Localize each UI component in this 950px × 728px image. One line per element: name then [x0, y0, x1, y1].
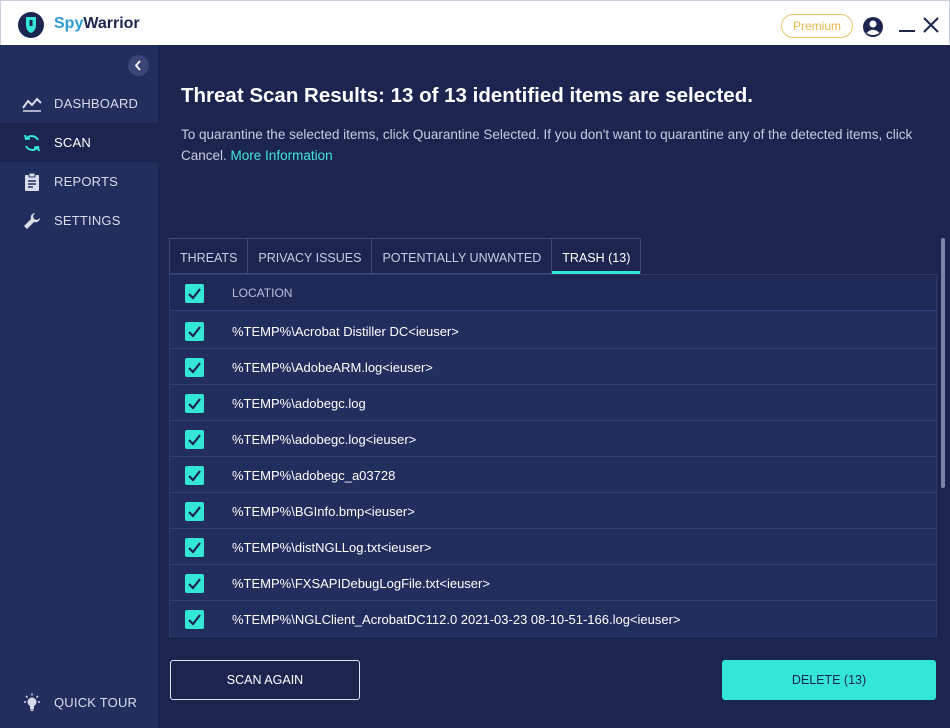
checkmark-icon [188, 326, 201, 338]
delete-button[interactable]: DELETE (13) [722, 660, 936, 700]
row-checkbox[interactable] [185, 430, 204, 449]
table-row[interactable]: %TEMP%\adobegc_a03728 [170, 457, 936, 493]
location-cell: %TEMP%\adobegc.log [232, 396, 366, 411]
premium-button[interactable]: Premium [781, 14, 853, 38]
row-checkbox[interactable] [185, 610, 204, 629]
chevron-left-icon [134, 60, 141, 71]
row-checkbox[interactable] [185, 322, 204, 341]
table-row[interactable]: %TEMP%\Acrobat Distiller DC<ieuser> [170, 313, 936, 349]
checkmark-icon [188, 288, 201, 300]
lightbulb-icon [22, 693, 42, 713]
location-cell: %TEMP%\BGInfo.bmp<ieuser> [232, 504, 415, 519]
close-icon[interactable] [922, 16, 940, 34]
checkmark-icon [188, 578, 201, 590]
page-description: To quarantine the selected items, click … [181, 124, 936, 166]
sidebar-item-settings[interactable]: SETTINGS [0, 201, 158, 240]
refresh-icon [22, 133, 42, 153]
location-cell: %TEMP%\AdobeARM.log<ieuser> [232, 360, 433, 375]
sidebar-item-label: QUICK TOUR [54, 695, 138, 710]
sidebar-item-scan[interactable]: SCAN [0, 123, 158, 162]
table-row[interactable]: %TEMP%\FXSAPIDebugLogFile.txt<ieuser> [170, 565, 936, 601]
table-row[interactable]: %TEMP%\adobegc.log<ieuser> [170, 421, 936, 457]
row-checkbox[interactable] [185, 538, 204, 557]
row-checkbox[interactable] [185, 502, 204, 521]
location-cell: %TEMP%\distNGLLog.txt<ieuser> [232, 540, 432, 555]
sidebar-item-label: REPORTS [54, 174, 119, 189]
checkmark-icon [188, 434, 201, 446]
checkmark-icon [188, 470, 201, 482]
location-cell: %TEMP%\Acrobat Distiller DC<ieuser> [232, 324, 459, 339]
sidebar: DASHBOARD SCAN REPORTS SETTINGS QUICK TO… [0, 45, 158, 728]
select-all-checkbox[interactable] [185, 284, 204, 303]
table-row[interactable]: %TEMP%\BGInfo.bmp<ieuser> [170, 493, 936, 529]
vertical-scrollbar[interactable] [941, 238, 945, 488]
clipboard-icon [22, 172, 42, 192]
app-name-warrior: Warrior [83, 15, 140, 32]
title-bar: SpyWarrior Premium [0, 0, 950, 45]
sidebar-item-label: SETTINGS [54, 213, 121, 228]
results-table: LOCATION %TEMP%\Acrobat Distiller DC<ieu… [169, 274, 937, 637]
user-account-icon[interactable] [862, 16, 884, 38]
collapse-sidebar-button[interactable] [128, 55, 149, 76]
checkmark-icon [188, 542, 201, 554]
app-name: SpyWarrior [54, 15, 140, 33]
table-row[interactable]: %TEMP%\distNGLLog.txt<ieuser> [170, 529, 936, 565]
results-tabs: THREATS PRIVACY ISSUES POTENTIALLY UNWAN… [169, 238, 642, 274]
checkmark-icon [188, 398, 201, 410]
checkmark-icon [188, 362, 201, 374]
sidebar-item-reports[interactable]: REPORTS [0, 162, 158, 201]
app-name-spy: Spy [54, 15, 84, 32]
table-row[interactable]: %TEMP%\AdobeARM.log<ieuser> [170, 349, 936, 385]
table-row[interactable]: %TEMP%\adobegc.log [170, 385, 936, 421]
location-cell: %TEMP%\adobegc_a03728 [232, 468, 396, 483]
checkmark-icon [188, 614, 201, 626]
column-header-location: LOCATION [232, 286, 293, 300]
tab-threats[interactable]: THREATS [169, 238, 249, 274]
location-cell: %TEMP%\NGLClient_AcrobatDC112.0 2021-03-… [232, 612, 681, 627]
checkmark-icon [188, 506, 201, 518]
dashboard-chart-icon [22, 94, 42, 114]
page-title: Threat Scan Results: 13 of 13 identified… [181, 84, 753, 107]
location-cell: %TEMP%\adobegc.log<ieuser> [232, 432, 417, 447]
sidebar-item-dashboard[interactable]: DASHBOARD [0, 84, 158, 123]
tab-potentially-unwanted[interactable]: POTENTIALLY UNWANTED [372, 238, 553, 274]
table-row[interactable]: %TEMP%\NGLClient_AcrobatDC112.0 2021-03-… [170, 601, 936, 636]
row-checkbox[interactable] [185, 466, 204, 485]
minimize-icon[interactable] [898, 16, 916, 34]
row-checkbox[interactable] [185, 358, 204, 377]
row-checkbox[interactable] [185, 394, 204, 413]
spywarrior-logo-icon [18, 12, 44, 38]
tab-privacy-issues[interactable]: PRIVACY ISSUES [248, 238, 373, 274]
location-cell: %TEMP%\FXSAPIDebugLogFile.txt<ieuser> [232, 576, 490, 591]
tab-trash[interactable]: TRASH (13) [552, 238, 642, 274]
row-checkbox[interactable] [185, 574, 204, 593]
wrench-icon [22, 211, 42, 231]
sidebar-item-label: DASHBOARD [54, 96, 139, 111]
scan-again-button[interactable]: SCAN AGAIN [170, 660, 360, 700]
more-information-link[interactable]: More Information [231, 148, 333, 163]
sidebar-item-quick-tour[interactable]: QUICK TOUR [0, 683, 158, 722]
sidebar-item-label: SCAN [54, 135, 91, 150]
table-header-row: LOCATION [170, 275, 936, 311]
